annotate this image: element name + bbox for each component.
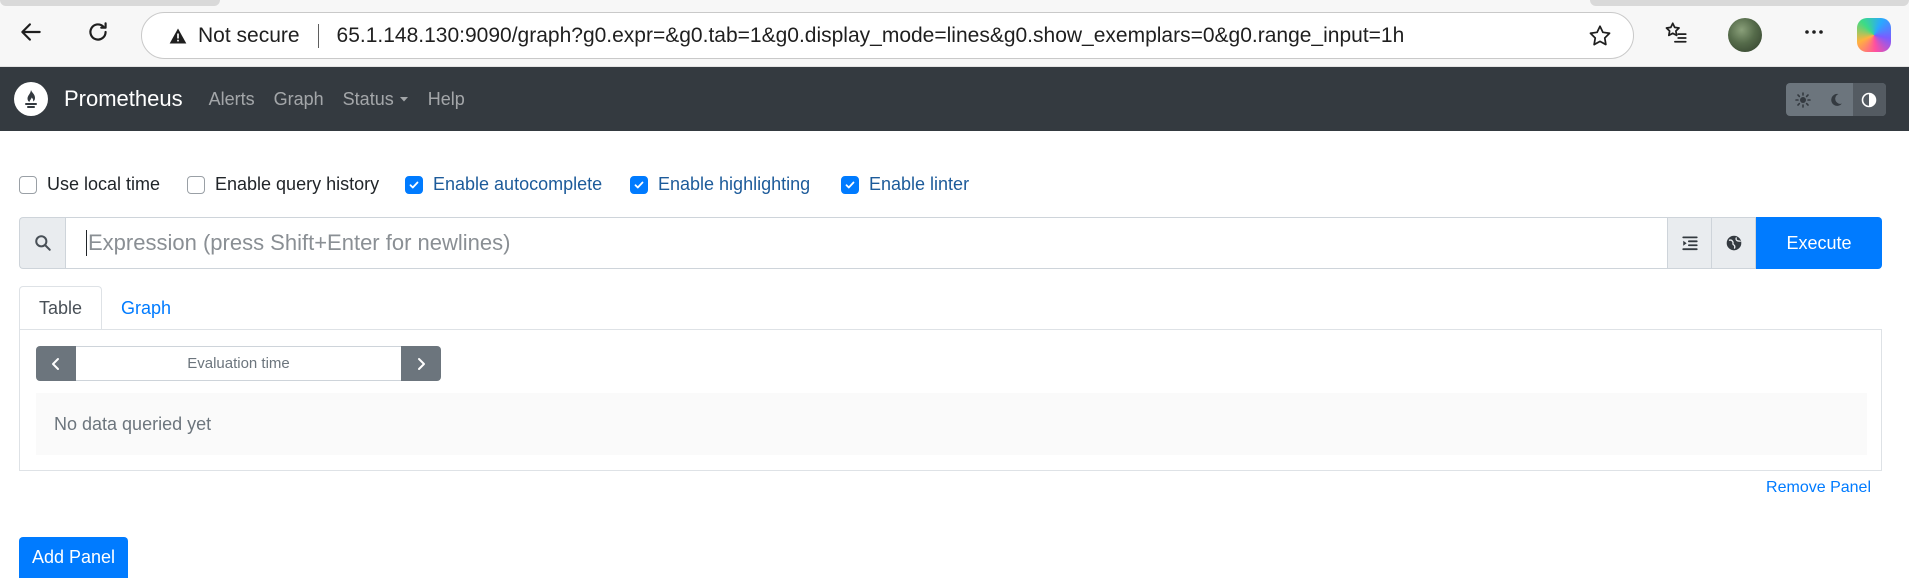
tab-graph[interactable]: Graph <box>102 286 190 330</box>
globe-icon <box>1726 235 1741 251</box>
address-divider <box>317 23 319 48</box>
eval-time-prev-button[interactable] <box>36 346 76 381</box>
expression-placeholder[interactable]: Expression (press Shift+Enter for newlin… <box>88 230 510 256</box>
metrics-explorer-button[interactable] <box>1712 217 1756 269</box>
option-label[interactable]: Enable query history <box>215 174 379 195</box>
more-dots-icon <box>1805 30 1823 34</box>
contrast-icon <box>1862 92 1877 107</box>
profile-avatar[interactable] <box>1728 18 1762 52</box>
eval-time-next-button[interactable] <box>401 346 441 381</box>
format-expression-button[interactable] <box>1668 217 1712 269</box>
browser-tab-edge <box>0 0 220 6</box>
favorites-list-icon <box>1665 22 1687 43</box>
security-label[interactable]: Not secure <box>198 24 300 48</box>
no-data-message: No data queried yet <box>36 393 1867 455</box>
add-panel-button[interactable]: Add Panel <box>19 537 128 578</box>
warning-icon[interactable] <box>168 26 188 46</box>
evaluation-time-input[interactable]: Evaluation time <box>76 346 401 381</box>
option-enable-linter[interactable]: Enable linter <box>841 174 969 195</box>
browser-tab-edge <box>1590 0 1909 6</box>
query-history-checkbox[interactable] <box>187 175 205 194</box>
url-text[interactable]: 65.1.148.130:9090/graph?g0.expr=&g0.tab=… <box>337 24 1405 48</box>
brand-title[interactable]: Prometheus <box>64 86 183 112</box>
option-label[interactable]: Enable autocomplete <box>433 174 602 195</box>
favorite-star-icon[interactable] <box>1587 23 1613 49</box>
option-label[interactable]: Use local time <box>47 174 160 195</box>
reload-button[interactable] <box>80 14 116 50</box>
indent-icon <box>1681 236 1698 251</box>
back-button[interactable] <box>13 14 49 50</box>
browser-toolbar: Not secure 65.1.148.130:9090/graph?g0.ex… <box>0 0 1909 67</box>
expression-input-group: Expression (press Shift+Enter for newlin… <box>19 217 1882 269</box>
theme-toggle-group <box>1786 83 1886 116</box>
check-icon <box>409 181 419 188</box>
option-enable-highlighting[interactable]: Enable highlighting <box>630 174 810 195</box>
nav-link-help[interactable]: Help <box>428 89 465 110</box>
prometheus-logo-icon[interactable] <box>14 82 48 116</box>
prometheus-navbar: Prometheus Alerts Graph Status Help <box>0 67 1909 131</box>
more-menu-button[interactable] <box>1796 14 1832 50</box>
nav-link-graph[interactable]: Graph <box>274 89 324 110</box>
chevron-left-icon <box>52 357 59 370</box>
execute-button[interactable]: Execute <box>1756 217 1882 269</box>
evaluation-time-control: Evaluation time <box>36 346 441 381</box>
expression-input[interactable]: Expression (press Shift+Enter for newlin… <box>65 217 1668 269</box>
nav-link-alerts[interactable]: Alerts <box>209 89 255 110</box>
query-panel: Evaluation time No data queried yet <box>19 329 1882 471</box>
autocomplete-checkbox[interactable] <box>405 175 423 194</box>
highlighting-checkbox[interactable] <box>630 175 648 194</box>
panel-tabs: Table Graph <box>19 286 190 330</box>
caret-down-icon <box>399 97 408 102</box>
reload-icon <box>89 22 107 41</box>
text-caret <box>86 230 87 256</box>
nav-dropdown-status[interactable]: Status <box>343 89 410 110</box>
option-enable-autocomplete[interactable]: Enable autocomplete <box>405 174 602 195</box>
option-use-local-time[interactable]: Use local time <box>19 174 160 195</box>
remove-panel-link[interactable]: Remove Panel <box>1766 479 1871 497</box>
nav-link-status[interactable]: Status <box>343 89 394 110</box>
linter-checkbox[interactable] <box>841 175 859 194</box>
theme-light-button[interactable] <box>1786 83 1819 116</box>
check-icon <box>634 181 644 188</box>
check-icon <box>845 181 855 188</box>
option-label[interactable]: Enable highlighting <box>658 174 810 195</box>
favorites-button[interactable] <box>1658 14 1694 50</box>
theme-auto-button[interactable] <box>1852 83 1886 116</box>
back-arrow-icon <box>21 23 41 41</box>
sun-icon <box>1794 91 1811 108</box>
chevron-right-icon <box>418 357 425 370</box>
copilot-icon[interactable] <box>1857 18 1891 52</box>
search-icon <box>19 217 65 269</box>
tab-table[interactable]: Table <box>19 286 103 330</box>
moon-icon <box>1831 93 1842 106</box>
theme-dark-button[interactable] <box>1819 83 1852 116</box>
address-bar[interactable]: Not secure 65.1.148.130:9090/graph?g0.ex… <box>141 12 1634 59</box>
option-enable-query-history[interactable]: Enable query history <box>187 174 379 195</box>
use-local-time-checkbox[interactable] <box>19 175 37 194</box>
option-label[interactable]: Enable linter <box>869 174 969 195</box>
